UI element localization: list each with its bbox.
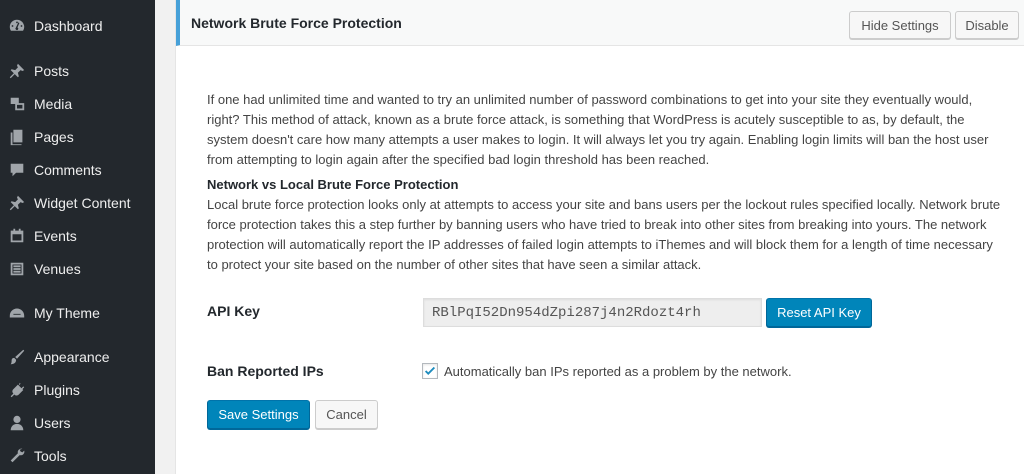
sidebar-item-users[interactable]: Users — [0, 408, 155, 438]
brush-icon — [7, 347, 27, 367]
ban-ips-checkbox[interactable] — [422, 363, 438, 379]
ban-reported-ips-label: Ban Reported IPs — [207, 363, 324, 379]
sidebar-item-label: Venues — [34, 261, 81, 277]
sidebar-item-comments[interactable]: Comments — [0, 155, 155, 185]
settings-panel: Network Brute Force Protection Hide Sett… — [175, 0, 1024, 474]
sidebar-item-label: Events — [34, 228, 77, 244]
sidebar-item-label: Posts — [34, 63, 70, 79]
sidebar-item-venues[interactable]: Venues — [0, 254, 155, 284]
sidebar-item-label: Pages — [34, 129, 74, 145]
sidebar-item-events[interactable]: Events — [0, 221, 155, 251]
dashboard-icon — [7, 16, 27, 36]
media-icon — [7, 94, 27, 114]
venue-icon — [7, 259, 27, 279]
save-settings-button[interactable]: Save Settings — [207, 400, 310, 429]
sidebar-item-label: Widget Content — [34, 195, 131, 211]
detail-text: Local brute force protection looks only … — [207, 197, 1001, 272]
cancel-button[interactable]: Cancel — [315, 400, 378, 429]
panel-title: Network Brute Force Protection — [191, 15, 402, 31]
sidebar-item-label: Media — [34, 96, 73, 112]
sidebar-item-my-theme[interactable]: My Theme — [0, 298, 155, 328]
api-key-label: API Key — [207, 303, 260, 319]
sidebar-item-label: Tools — [34, 448, 67, 464]
sidebar-item-label: Dashboard — [34, 18, 103, 34]
panel-header: Network Brute Force Protection Hide Sett… — [176, 0, 1024, 46]
pin-icon — [7, 61, 27, 81]
api-key-field[interactable]: RBlPqI52Dn954dZpi287j4n2Rdozt4rh — [423, 298, 762, 327]
helmet-icon — [7, 303, 27, 323]
disable-button[interactable]: Disable — [955, 11, 1019, 39]
sidebar-item-tools[interactable]: Tools — [0, 441, 155, 471]
sidebar-item-appearance[interactable]: Appearance — [0, 342, 155, 372]
module-description: If one had unlimited time and wanted to … — [207, 90, 1007, 170]
sidebar-item-media[interactable]: Media — [0, 89, 155, 119]
pin-icon — [7, 193, 27, 213]
sidebar-item-pages[interactable]: Pages — [0, 122, 155, 152]
sidebar-item-label: Appearance — [34, 349, 110, 365]
sidebar-item-dashboard[interactable]: Dashboard — [0, 11, 155, 41]
admin-sidebar: Dashboard Posts Media Pages Comments Wid… — [0, 0, 155, 474]
checkmark-icon — [424, 366, 436, 375]
hide-settings-button[interactable]: Hide Settings — [849, 11, 951, 39]
intro-text: If one had unlimited time and wanted to … — [207, 92, 989, 167]
sidebar-item-plugins[interactable]: Plugins — [0, 375, 155, 405]
subheading: Network vs Local Brute Force Protection — [207, 177, 459, 192]
reset-api-key-button[interactable]: Reset API Key — [766, 298, 872, 327]
sidebar-item-label: My Theme — [34, 305, 100, 321]
sidebar-item-label: Comments — [34, 162, 102, 178]
pages-icon — [7, 127, 27, 147]
sidebar-item-posts[interactable]: Posts — [0, 56, 155, 86]
user-icon — [7, 413, 27, 433]
plug-icon — [7, 380, 27, 400]
sidebar-item-label: Plugins — [34, 382, 80, 398]
ban-ips-checkbox-label[interactable]: Automatically ban IPs reported as a prob… — [444, 364, 792, 379]
calendar-icon — [7, 226, 27, 246]
wrench-icon — [7, 446, 27, 466]
sidebar-item-widget-content[interactable]: Widget Content — [0, 188, 155, 218]
sidebar-item-label: Users — [34, 415, 71, 431]
comment-icon — [7, 160, 27, 180]
